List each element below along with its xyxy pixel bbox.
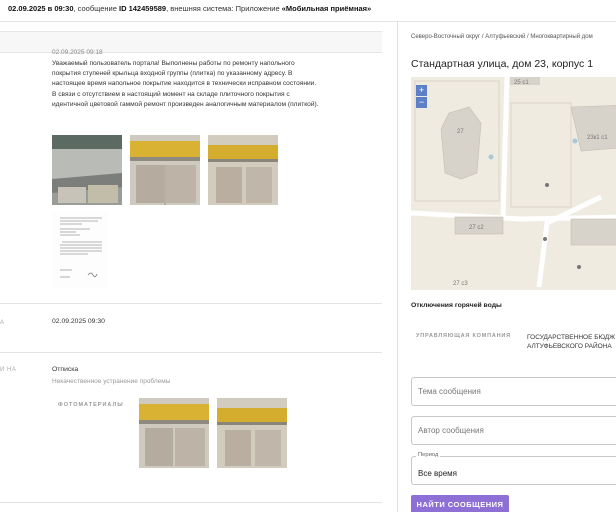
- header-text-2: , внешняя система: Приложение: [166, 4, 282, 13]
- map-label-5: 27 с3: [453, 281, 468, 287]
- row1-label: А: [0, 320, 5, 326]
- find-messages-button[interactable]: НАЙТИ СООБЩЕНИЯ: [411, 495, 509, 512]
- photo-thumbnail-4[interactable]: [139, 398, 209, 468]
- photo-thumbnail-3[interactable]: [208, 135, 278, 205]
- map-zoom-controls: + −: [416, 85, 427, 109]
- problem-title: Отключения горячей воды: [411, 302, 502, 309]
- management-company-value: ГОСУДАРСТВЕННОЕ БЮДЖ АЛТУФЬЕВСКОГО РАЙОН…: [527, 334, 616, 350]
- row-divider-2: [0, 352, 382, 353]
- period-select[interactable]: Период Все время: [411, 452, 616, 485]
- message-body: Уважаемый пользователь портала! Выполнен…: [52, 60, 319, 108]
- row2-label: И НА: [0, 367, 17, 373]
- building-map[interactable]: 25 с1 27 23к1 с1 27 с2 27 с3: [411, 77, 616, 290]
- header-date: 02.09.2025 в 09:30: [8, 4, 74, 13]
- map-label-3: 23к1 с1: [587, 135, 608, 141]
- header-app-name: «Мобильная приёмная»: [281, 4, 372, 13]
- photo-thumbnail-2[interactable]: [130, 135, 200, 205]
- message-date: 02.09.2025 09:18: [52, 49, 103, 56]
- map-label-4: 27 с2: [469, 225, 484, 231]
- page-title: Стандартная улица, дом 23, корпус 1: [411, 58, 594, 70]
- header-message-id: ID 142459589: [118, 4, 167, 13]
- row-divider-1: [0, 303, 382, 304]
- period-value: Все время: [418, 469, 457, 478]
- author-input[interactable]: [412, 417, 616, 444]
- message-thread: 02.09.2025 09:18 Уважаемый пользователь …: [0, 22, 397, 512]
- period-legend: Период: [416, 452, 441, 458]
- photo-thumbnail-5[interactable]: [217, 398, 287, 468]
- zoom-out-button[interactable]: −: [416, 97, 427, 108]
- message-header-text: 02.09.2025 в 09:30, сообщение ID 1424595…: [8, 4, 371, 13]
- topic-field[interactable]: [411, 377, 616, 406]
- map-label-1: 25 с1: [514, 80, 529, 86]
- row2-value: Отписка: [52, 366, 79, 373]
- author-field[interactable]: [411, 416, 616, 445]
- management-company-label: УПРАВЛЯЮЩАЯ КОМПАНИЯ: [416, 333, 511, 339]
- breadcrumb[interactable]: Северо-Восточный округ / Алтуфьевский / …: [411, 34, 593, 40]
- building-info-panel: Северо-Восточный округ / Алтуфьевский / …: [398, 22, 616, 512]
- row2-subtext: Некачественное устранение проблемы: [52, 378, 171, 385]
- row1-value: 02.09.2025 09:30: [52, 318, 105, 325]
- photo-thumbnail-1[interactable]: [52, 135, 122, 205]
- map-label-2: 27: [457, 129, 464, 135]
- message-header-bar: 02.09.2025 в 09:30, сообщение ID 1424595…: [0, 0, 616, 22]
- photos-label: ФОТОМАТЕРИАЛЫ: [58, 402, 124, 408]
- header-text-1: , сообщение: [73, 4, 119, 13]
- row-divider-3: [0, 502, 382, 503]
- document-scan-thumbnail[interactable]: [52, 212, 108, 288]
- topic-input[interactable]: [412, 378, 616, 405]
- zoom-in-button[interactable]: +: [416, 85, 427, 96]
